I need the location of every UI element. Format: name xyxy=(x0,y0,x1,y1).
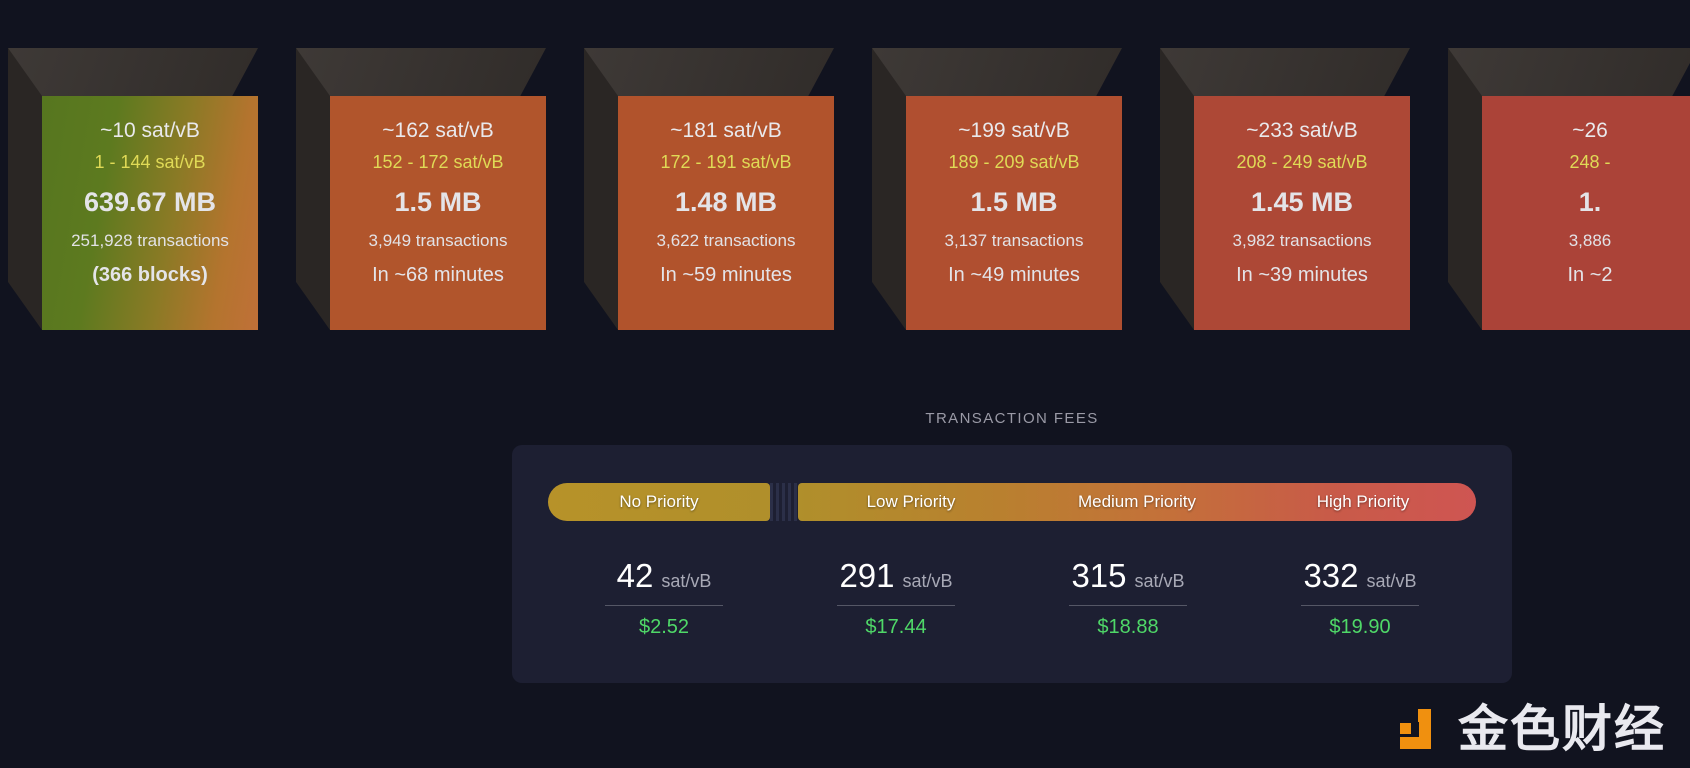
fee-usd-value: $19.90 xyxy=(1329,616,1391,638)
mempool-block-fee-range: 152 - 172 sat/vB xyxy=(372,152,504,172)
jinse-logo-icon xyxy=(1396,705,1444,753)
fee-rate-row: 291 sat/vB xyxy=(839,559,952,592)
fee-rate-unit: sat/vB xyxy=(1134,571,1185,591)
mempool-block-eta: In ~39 minutes xyxy=(1236,264,1368,286)
mempool-block-tx-count: 3,886 xyxy=(1568,231,1612,250)
mempool-block-tx-count: 251,928 transactions xyxy=(71,231,229,250)
mempool-block-eta: (366 blocks) xyxy=(92,264,208,286)
fee-divider xyxy=(1069,605,1187,606)
mempool-block-side-face xyxy=(1448,48,1482,330)
fee-usd-value: $2.52 xyxy=(638,616,690,638)
mempool-blocks-strip: ~10 sat/vB 1 - 144 sat/vB 639.67 MB 251,928… xyxy=(0,0,1690,360)
fee-usd-value: $17.44 xyxy=(865,616,927,638)
mempool-block[interactable]: ~233 sat/vB 208 - 249 sat/vB 1.45 MB 3,982 … xyxy=(1160,48,1410,330)
mempool-block-front-face: ~26 248 - 1. 3,886 In ~2 xyxy=(1482,96,1690,330)
mempool-block-side-face xyxy=(8,48,42,330)
priority-bar: No Priority Low Priority Medium Priority… xyxy=(548,483,1476,521)
mempool-block[interactable]: ~10 sat/vB 1 - 144 sat/vB 639.67 MB 251,928… xyxy=(8,48,258,330)
fee-column: 291 sat/vB $17.44 xyxy=(780,559,1012,637)
fee-divider xyxy=(605,605,723,606)
mempool-block-tx-count: 3,622 transactions xyxy=(656,231,796,250)
mempool-block-front-face: ~162 sat/vB 152 - 172 sat/vB 1.5 MB 3,949 t… xyxy=(330,96,546,330)
mempool-block-median-fee: ~199 sat/vB xyxy=(958,119,1070,142)
mempool-block-tx-count: 3,137 transactions xyxy=(944,231,1084,250)
fee-divider xyxy=(1301,605,1419,606)
fee-column: 42 sat/vB $2.52 xyxy=(548,559,780,637)
mempool-block-fee-range: 208 - 249 sat/vB xyxy=(1236,152,1368,172)
fee-rate-unit: sat/vB xyxy=(1366,571,1417,591)
mempool-block-median-fee: ~181 sat/vB xyxy=(670,119,782,142)
mempool-block-median-fee: ~26 xyxy=(1572,119,1608,142)
fee-rate-value: 291 xyxy=(839,557,895,594)
fee-column: 332 sat/vB $19.90 xyxy=(1244,559,1476,637)
mempool-block-size: 1.48 MB xyxy=(674,187,778,217)
mempool-block[interactable]: ~162 sat/vB 152 - 172 sat/vB 1.5 MB 3,949 t… xyxy=(296,48,546,330)
mempool-block-front-face: ~181 sat/vB 172 - 191 sat/vB 1.48 MB 3,622 … xyxy=(618,96,834,330)
priority-segment-low-priority[interactable]: Low Priority xyxy=(798,483,1024,521)
mempool-block-side-face xyxy=(296,48,330,330)
watermark: 金色财经 xyxy=(1396,704,1666,754)
mempool-block-fee-range: 248 - xyxy=(1569,152,1611,172)
mempool-block[interactable]: ~181 sat/vB 172 - 191 sat/vB 1.48 MB 3,622 … xyxy=(584,48,834,330)
fee-rate-value: 315 xyxy=(1071,557,1127,594)
mempool-block-side-face xyxy=(1160,48,1194,330)
mempool-block-median-fee: ~162 sat/vB xyxy=(382,119,494,142)
mempool-block-fee-range: 172 - 191 sat/vB xyxy=(660,152,792,172)
fee-rate-row: 315 sat/vB xyxy=(1071,559,1184,592)
mempool-block-size: 1.5 MB xyxy=(394,187,482,217)
priority-segment-high-priority[interactable]: High Priority xyxy=(1250,483,1476,521)
priority-bar-hatched-gap xyxy=(770,483,798,521)
mempool-block-size: 1.5 MB xyxy=(970,187,1058,217)
mempool-block-median-fee: ~233 sat/vB xyxy=(1246,119,1358,142)
priority-segment-medium-priority[interactable]: Medium Priority xyxy=(1024,483,1250,521)
fee-rate-unit: sat/vB xyxy=(902,571,953,591)
mempool-block-fee-range: 1 - 144 sat/vB xyxy=(94,152,206,172)
mempool-block-size: 1. xyxy=(1578,187,1602,217)
fee-values-row: 42 sat/vB $2.52 291 sat/vB $17.44 315 sat/vB $18… xyxy=(548,559,1476,637)
mempool-block[interactable]: ~199 sat/vB 189 - 209 sat/vB 1.5 MB 3,137 t… xyxy=(872,48,1122,330)
priority-segment-no-priority[interactable]: No Priority xyxy=(548,483,770,521)
fee-column: 315 sat/vB $18.88 xyxy=(1012,559,1244,637)
mempool-block-side-face xyxy=(584,48,618,330)
mempool-block-front-face: ~10 sat/vB 1 - 144 sat/vB 639.67 MB 251,928… xyxy=(42,96,258,330)
fee-rate-value: 42 xyxy=(616,557,654,594)
transaction-fees-panel: No Priority Low Priority Medium Priority… xyxy=(512,445,1512,683)
fee-rate-value: 332 xyxy=(1303,557,1359,594)
mempool-block-front-face: ~233 sat/vB 208 - 249 sat/vB 1.45 MB 3,982 … xyxy=(1194,96,1410,330)
mempool-block-size: 639.67 MB xyxy=(83,187,217,217)
fee-rate-row: 332 sat/vB xyxy=(1303,559,1416,592)
priority-segment-group: Low Priority Medium Priority High Priori… xyxy=(798,483,1476,521)
mempool-block-tx-count: 3,949 transactions xyxy=(368,231,508,250)
mempool-block[interactable]: ~26 248 - 1. 3,886 In ~2 xyxy=(1448,48,1690,330)
mempool-block-side-face xyxy=(872,48,906,330)
mempool-block-tx-count: 3,982 transactions xyxy=(1232,231,1372,250)
mempool-block-eta: In ~49 minutes xyxy=(948,264,1080,286)
fee-rate-unit: sat/vB xyxy=(661,571,712,591)
watermark-text: 金色财经 xyxy=(1458,700,1666,758)
mempool-block-fee-range: 189 - 209 sat/vB xyxy=(948,152,1080,172)
fee-divider xyxy=(837,605,955,606)
mempool-block-eta: In ~59 minutes xyxy=(660,264,792,286)
mempool-block-eta: In ~68 minutes xyxy=(372,264,504,286)
transaction-fees-section: TRANSACTION FEES No Priority Low Priorit… xyxy=(512,410,1512,683)
mempool-block-size: 1.45 MB xyxy=(1250,187,1354,217)
transaction-fees-heading: TRANSACTION FEES xyxy=(925,410,1099,427)
fee-usd-value: $18.88 xyxy=(1097,616,1159,638)
fee-rate-row: 42 sat/vB xyxy=(617,559,712,592)
mempool-block-eta: In ~2 xyxy=(1567,264,1613,286)
mempool-block-median-fee: ~10 sat/vB xyxy=(100,119,200,142)
mempool-block-front-face: ~199 sat/vB 189 - 209 sat/vB 1.5 MB 3,137 t… xyxy=(906,96,1122,330)
